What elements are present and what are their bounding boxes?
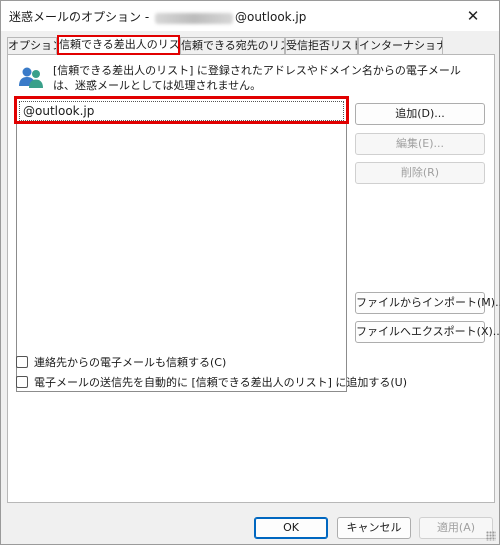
list-item[interactable]: @outlook.jp [19, 101, 344, 121]
tab-options[interactable]: オプション [7, 37, 57, 55]
tab-safe-senders[interactable]: 信頼できる差出人のリスト [57, 35, 180, 55]
trust-contacts-checkbox[interactable] [16, 356, 28, 368]
window-title-suffix: @outlook.jp [234, 10, 307, 24]
window-title-prefix: 迷惑メールのオプション - [9, 10, 150, 24]
description-text: [信頼できる差出人のリスト] に登録されたアドレスやドメイン名からの電子メールは… [53, 64, 461, 92]
export-to-file-button[interactable]: ファイルへエクスポート(X)... [355, 321, 500, 343]
close-icon: ✕ [466, 7, 480, 25]
resize-grip[interactable] [486, 531, 496, 541]
junk-email-options-dialog: 迷惑メールのオプション - @outlook.jp ✕ オプション 信頼できる差… [0, 0, 500, 545]
add-button[interactable]: 追加(D)... [355, 103, 485, 125]
safe-senders-panel: [信頼できる差出人のリスト] に登録されたアドレスやドメイン名からの電子メールは… [7, 54, 500, 503]
redacted-account-name [154, 12, 233, 24]
cancel-button[interactable]: キャンセル [337, 517, 411, 539]
auto-add-recipients-checkbox[interactable] [16, 376, 28, 388]
window-title: 迷惑メールのオプション - @outlook.jp [9, 8, 306, 25]
import-from-file-button[interactable]: ファイルからインポート(M)... [355, 292, 500, 314]
tab-bar: オプション 信頼できる差出人のリスト 信頼できる宛先のリスト 受信拒否リスト イ… [7, 35, 495, 55]
title-bar[interactable]: 迷惑メールのオプション - @outlook.jp ✕ [1, 1, 499, 31]
close-button[interactable]: ✕ [451, 3, 495, 29]
auto-add-recipients-option[interactable]: 電子メールの送信先を自動的に [信頼できる差出人のリスト] に追加する(U) [16, 374, 407, 390]
tab-blocked-senders[interactable]: 受信拒否リスト [285, 37, 358, 55]
ok-button[interactable]: OK [254, 517, 328, 539]
tab-international[interactable]: インターナショナル [358, 37, 443, 55]
trust-contacts-label: 連絡先からの電子メールも信頼する(C) [34, 356, 227, 369]
edit-button[interactable]: 編集(E)... [355, 133, 485, 155]
contacts-icon [19, 67, 43, 88]
delete-button[interactable]: 削除(R) [355, 162, 485, 184]
trust-contacts-option[interactable]: 連絡先からの電子メールも信頼する(C) [16, 354, 226, 370]
auto-add-recipients-label: 電子メールの送信先を自動的に [信頼できる差出人のリスト] に追加する(U) [34, 376, 407, 389]
safe-senders-list[interactable]: @outlook.jp [16, 98, 347, 392]
apply-button[interactable]: 適用(A) [419, 517, 493, 539]
tab-safe-recipients[interactable]: 信頼できる宛先のリスト [180, 37, 285, 55]
